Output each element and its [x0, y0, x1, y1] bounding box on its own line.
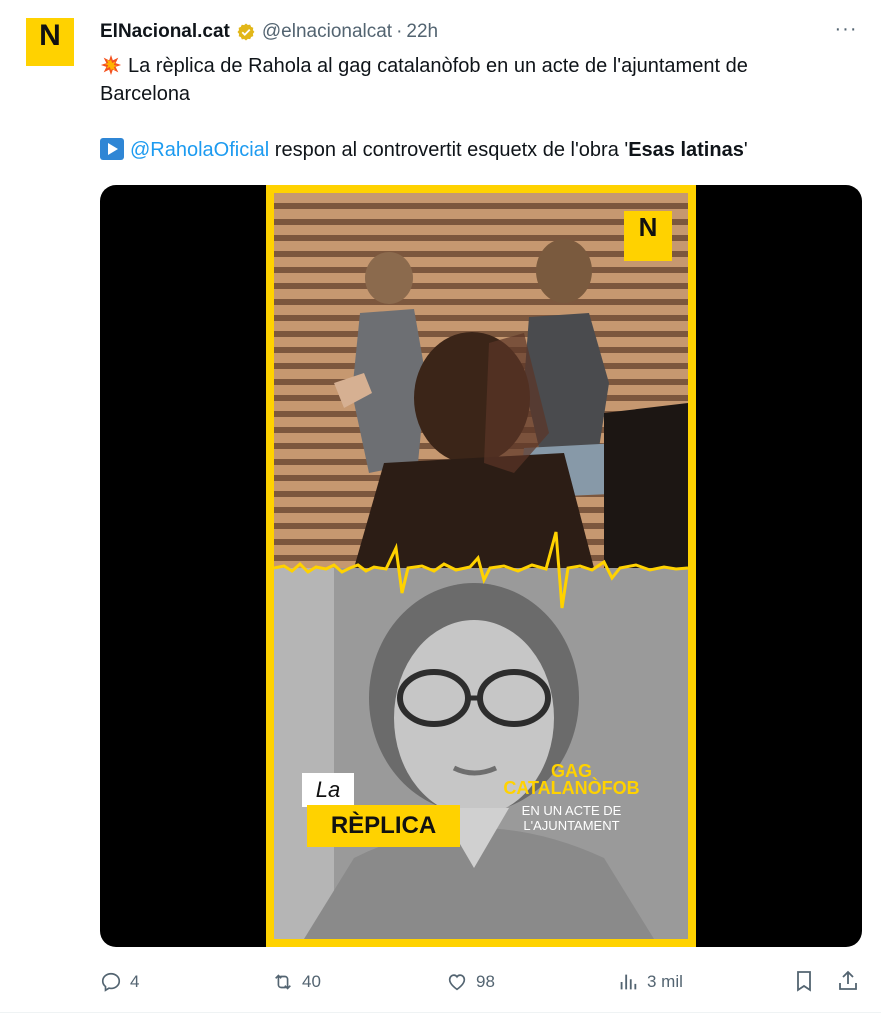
caption-la: La — [302, 773, 354, 807]
avatar-letter: N — [39, 19, 61, 52]
repost-icon — [275, 974, 291, 990]
author-name[interactable]: ElNacional.cat — [100, 21, 230, 43]
like-button[interactable]: 98 — [446, 967, 495, 997]
views-icon — [620, 974, 637, 990]
text-line-2: Barcelona — [100, 83, 191, 105]
tweet-text: La rèplica de Rahola al gag catalanòfob … — [100, 52, 860, 164]
views-count: 3 mil — [647, 972, 683, 991]
views-button[interactable]: 3 mil — [617, 967, 683, 997]
headline-text: La rèplica de Rahola al gag catalanòfob … — [128, 55, 748, 77]
like-count: 98 — [476, 972, 495, 991]
timestamp[interactable]: 22h — [406, 21, 438, 43]
verified-badge-icon[interactable] — [236, 22, 256, 42]
speaker-portrait-image — [274, 568, 688, 939]
text-line-1: La rèplica de Rahola al gag catalanòfob … — [100, 52, 860, 80]
gag-line-2: CATALANÒFOB — [503, 778, 640, 798]
elnacional-logo: N — [624, 211, 672, 261]
tweet[interactable]: N ElNacional.cat @elnacionalcat · 22h ··… — [0, 0, 881, 1022]
tweet-header: ElNacional.cat @elnacionalcat · 22h — [100, 18, 438, 46]
audio-waveform — [274, 531, 688, 609]
sub-line-2: L'AJUNTAMENT — [523, 818, 620, 833]
reply-count: 4 — [130, 972, 140, 991]
sub-line-1: EN UN ACTE DE — [521, 803, 622, 818]
reply-button[interactable]: 4 — [100, 967, 139, 997]
tweet-divider — [0, 1012, 881, 1013]
collision-emoji-icon — [100, 54, 122, 76]
text-line-3-end: ' — [743, 139, 748, 161]
action-bar: 4 40 98 3 mil — [100, 967, 862, 997]
like-icon — [448, 974, 466, 991]
video-frame: N La RÈPLICA GAG CATALANÒFOB EN UN ACTE … — [266, 185, 696, 947]
author-handle[interactable]: @elnacionalcat — [262, 21, 392, 43]
caption-gag: GAG CATALANÒFOB — [494, 762, 649, 798]
speaker-portrait — [274, 568, 688, 939]
reply-icon — [101, 972, 121, 992]
text-line-3: @RaholaOficial respon al controvertit es… — [100, 136, 860, 164]
repost-button[interactable]: 40 — [272, 967, 321, 997]
avatar[interactable]: N — [26, 18, 74, 66]
caption-subtitle: EN UN ACTE DE L'AJUNTAMENT — [494, 803, 649, 833]
share-icon[interactable] — [836, 969, 860, 993]
logo-letter: N — [638, 212, 658, 242]
bold-title: Esas latinas — [628, 139, 744, 161]
mention-link[interactable]: @RaholaOficial — [130, 139, 269, 161]
separator-dot: · — [396, 21, 403, 42]
video-player[interactable]: N La RÈPLICA GAG CATALANÒFOB EN UN ACTE … — [100, 185, 862, 947]
bookmark-icon[interactable] — [792, 969, 816, 993]
more-options-icon[interactable]: ··· — [833, 19, 859, 42]
repost-count: 40 — [302, 972, 321, 991]
text-line-3-middle: respon al controvertit esquetx de l'obra… — [269, 139, 629, 161]
caption-replica: RÈPLICA — [307, 805, 460, 847]
stage-scene-image: N — [274, 193, 688, 568]
play-icon — [100, 138, 124, 160]
